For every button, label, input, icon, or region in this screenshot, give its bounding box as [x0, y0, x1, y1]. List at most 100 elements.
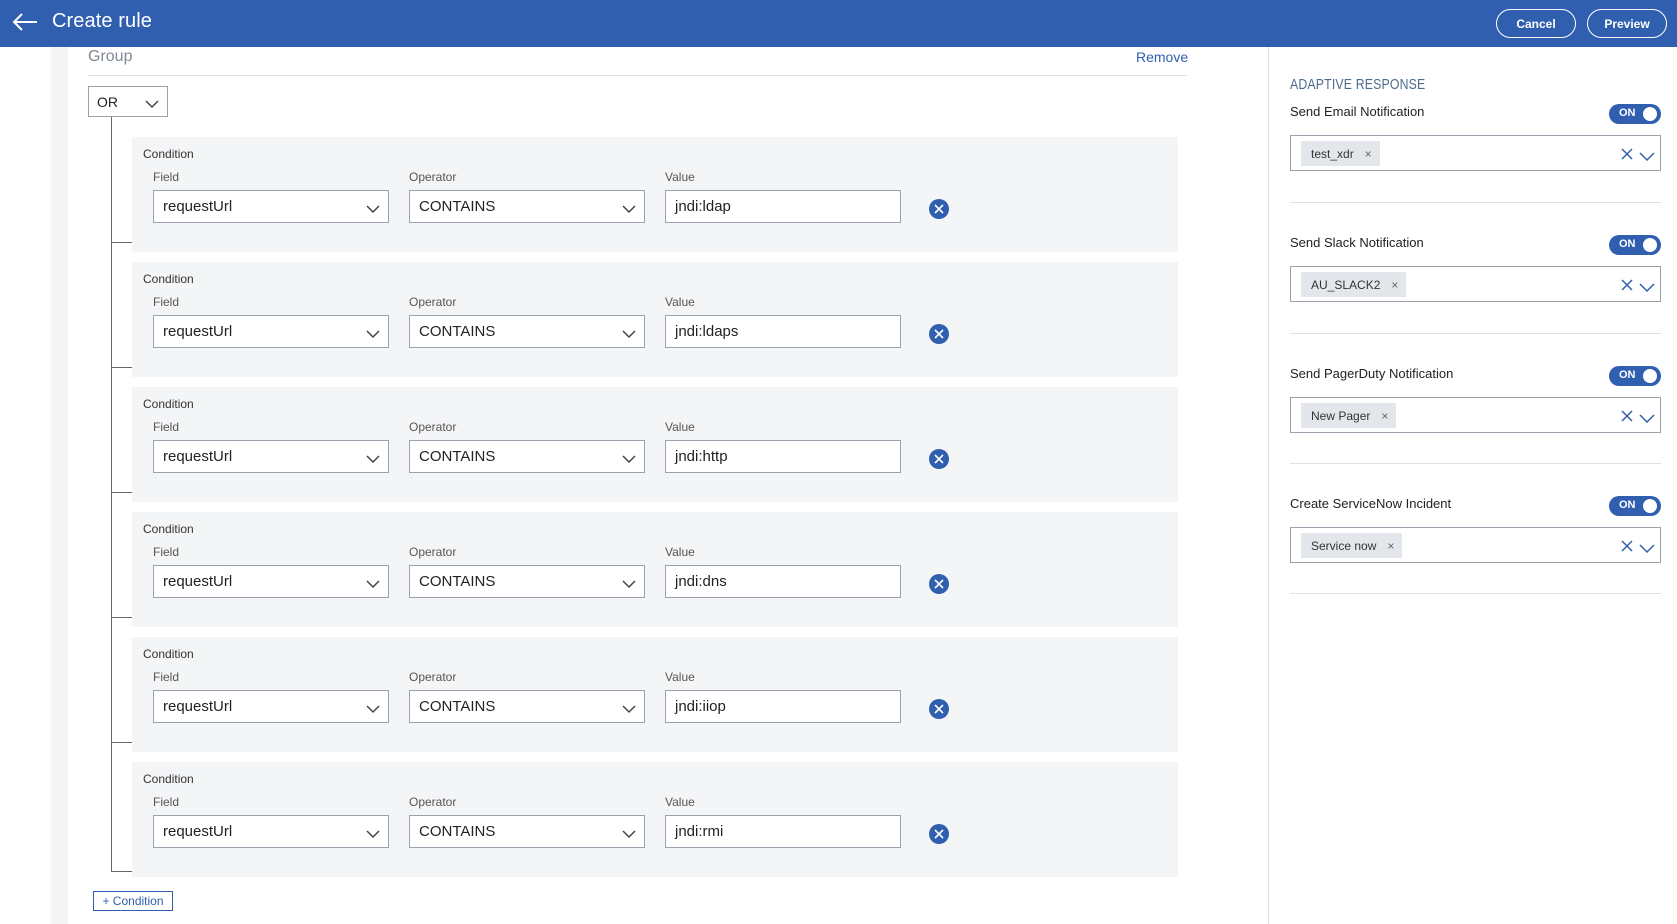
chip-remove-icon[interactable]: × — [1387, 539, 1394, 553]
value-label: Value — [665, 295, 695, 309]
field-select-value: requestUrl — [163, 698, 233, 715]
chevron-down-icon — [145, 96, 159, 112]
value-input[interactable]: jndi:dns — [665, 565, 901, 598]
operator-select[interactable]: CONTAINS — [409, 565, 645, 598]
chevron-down-icon — [366, 826, 380, 843]
field-select[interactable]: requestUrl — [153, 565, 389, 598]
remove-condition-icon[interactable] — [929, 199, 949, 219]
tree-branch — [111, 367, 132, 368]
condition-title: Condition — [143, 397, 194, 411]
operator-select[interactable]: CONTAINS — [409, 815, 645, 848]
remove-condition-icon[interactable] — [929, 699, 949, 719]
chevron-down-icon[interactable] — [1639, 541, 1655, 559]
add-condition-button[interactable]: + Condition — [93, 891, 173, 911]
operator-select[interactable]: CONTAINS — [409, 315, 645, 348]
field-select[interactable]: requestUrl — [153, 815, 389, 848]
remove-condition-icon[interactable] — [929, 324, 949, 344]
field-select-value: requestUrl — [163, 823, 233, 840]
condition-title: Condition — [143, 647, 194, 661]
chip-remove-icon[interactable]: × — [1365, 147, 1372, 161]
operator-label: Operator — [409, 545, 457, 559]
preview-button[interactable]: Preview — [1587, 9, 1667, 38]
value-input[interactable]: jndi:rmi — [665, 815, 901, 848]
clear-icon[interactable] — [1620, 147, 1634, 166]
toggle-knob — [1643, 238, 1657, 252]
remove-condition-icon[interactable] — [929, 824, 949, 844]
chevron-down-icon — [622, 451, 636, 468]
servicenow-select[interactable]: Service now × — [1290, 527, 1661, 563]
field-select[interactable]: requestUrl — [153, 315, 389, 348]
response-label: Create ServiceNow Incident — [1290, 496, 1452, 511]
clear-icon[interactable] — [1620, 278, 1634, 297]
panel-divider — [1290, 333, 1661, 334]
response-label: Send PagerDuty Notification — [1290, 366, 1454, 381]
toggle-label: ON — [1619, 369, 1636, 381]
pagerduty-service-select[interactable]: New Pager × — [1290, 397, 1661, 433]
panel-divider — [1290, 202, 1661, 203]
slack-channel-select[interactable]: AU_SLACK2 × — [1290, 266, 1661, 302]
tree-branch — [111, 492, 132, 493]
value-input[interactable]: jndi:ldaps — [665, 315, 901, 348]
page-title: Create rule — [52, 10, 153, 32]
selected-chip: Service now × — [1301, 533, 1403, 558]
email-recipients-select[interactable]: test_xdr × — [1290, 135, 1661, 171]
chip-remove-icon[interactable]: × — [1391, 278, 1398, 292]
slack-toggle[interactable]: ON — [1609, 235, 1661, 255]
field-select[interactable]: requestUrl — [153, 690, 389, 723]
group-operator-select[interactable]: OR — [88, 86, 168, 117]
tree-branch — [111, 871, 132, 872]
chip-label: New Pager — [1311, 408, 1371, 423]
remove-condition-icon[interactable] — [929, 449, 949, 469]
operator-label: Operator — [409, 295, 457, 309]
field-label: Field — [153, 420, 180, 434]
value-label: Value — [665, 670, 695, 684]
operator-select-value: CONTAINS — [419, 198, 496, 215]
chevron-down-icon[interactable] — [1639, 149, 1655, 167]
servicenow-toggle[interactable]: ON — [1609, 496, 1661, 516]
value-label: Value — [665, 170, 695, 184]
remove-condition-icon[interactable] — [929, 574, 949, 594]
email-toggle[interactable]: ON — [1609, 104, 1661, 124]
tree-branch — [111, 617, 132, 618]
cancel-button[interactable]: Cancel — [1496, 9, 1576, 38]
value-input[interactable]: jndi:iiop — [665, 690, 901, 723]
condition-title: Condition — [143, 272, 194, 286]
field-select-value: requestUrl — [163, 198, 233, 215]
group-tree-line — [111, 117, 112, 872]
field-select-value: requestUrl — [163, 323, 233, 340]
chevron-down-icon — [622, 201, 636, 218]
chevron-down-icon — [622, 326, 636, 343]
field-select[interactable]: requestUrl — [153, 440, 389, 473]
chevron-down-icon — [366, 576, 380, 593]
field-select[interactable]: requestUrl — [153, 190, 389, 223]
chevron-down-icon — [366, 451, 380, 468]
tree-branch — [111, 742, 132, 743]
panel-divider — [1290, 463, 1661, 464]
operator-select[interactable]: CONTAINS — [409, 690, 645, 723]
condition-title: Condition — [143, 522, 194, 536]
pagerduty-toggle[interactable]: ON — [1609, 366, 1661, 386]
value-label: Value — [665, 545, 695, 559]
operator-select[interactable]: CONTAINS — [409, 440, 645, 473]
chevron-down-icon — [366, 326, 380, 343]
chip-remove-icon[interactable]: × — [1381, 409, 1388, 423]
operator-select[interactable]: CONTAINS — [409, 190, 645, 223]
operator-select-value: CONTAINS — [419, 323, 496, 340]
operator-label: Operator — [409, 670, 457, 684]
back-arrow-icon[interactable] — [11, 10, 39, 34]
chevron-down-icon — [622, 701, 636, 718]
clear-icon[interactable] — [1620, 539, 1634, 558]
operator-select-value: CONTAINS — [419, 448, 496, 465]
chevron-down-icon[interactable] — [1639, 411, 1655, 429]
value-input[interactable]: jndi:ldap — [665, 190, 901, 223]
operator-label: Operator — [409, 170, 457, 184]
tree-branch — [111, 242, 132, 243]
operator-select-value: CONTAINS — [419, 573, 496, 590]
chevron-down-icon[interactable] — [1639, 280, 1655, 298]
value-input[interactable]: jndi:http — [665, 440, 901, 473]
condition-title: Condition — [143, 772, 194, 786]
condition-card: Condition Field Operator Value requestUr… — [132, 637, 1178, 752]
clear-icon[interactable] — [1620, 409, 1634, 428]
toggle-knob — [1643, 369, 1657, 383]
remove-group-link[interactable]: Remove — [1136, 49, 1188, 65]
